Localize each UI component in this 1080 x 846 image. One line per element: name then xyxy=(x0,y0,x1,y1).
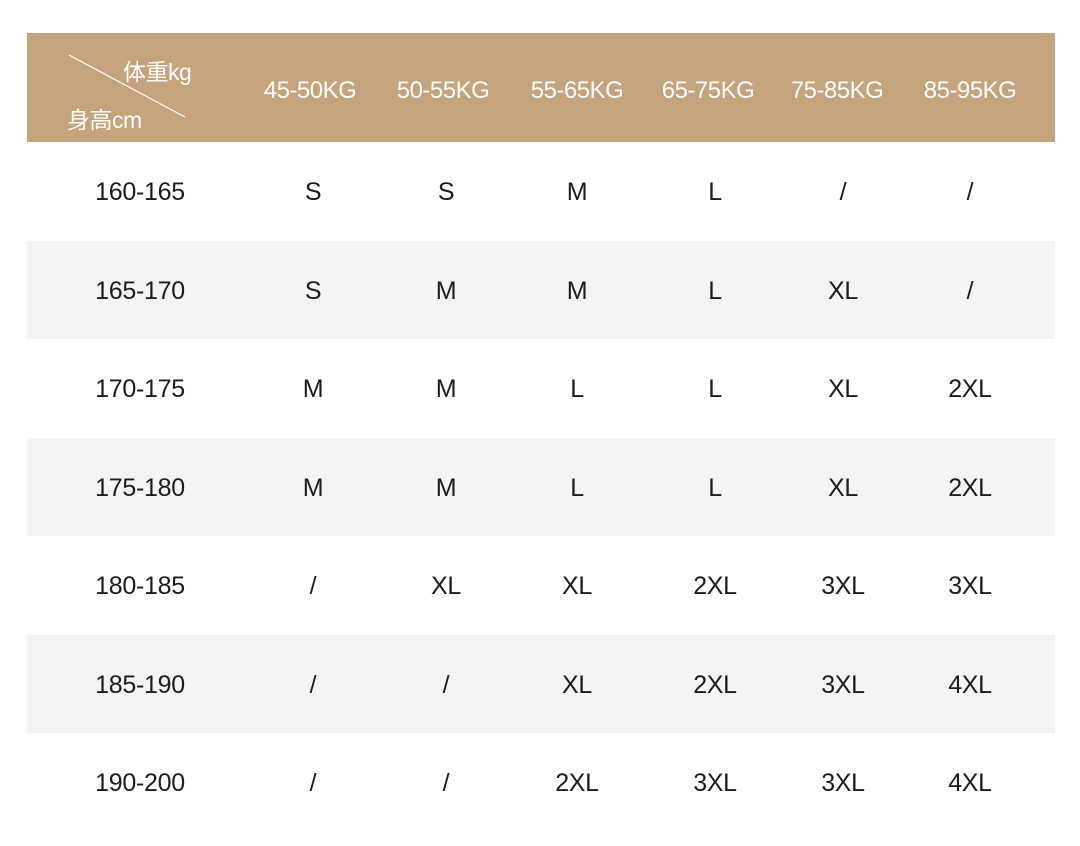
weight-axis-label: 体重kg xyxy=(123,59,192,85)
column-header: 50-55KG xyxy=(396,77,490,104)
size-cell: 4XL xyxy=(948,769,992,797)
size-cell: 2XL xyxy=(693,670,737,699)
size-cell: 3XL xyxy=(693,769,737,797)
size-cell: 2XL xyxy=(693,572,737,600)
size-cell: M xyxy=(435,375,457,403)
table-row: 160-165 S S M L / / xyxy=(27,142,1055,241)
size-cell: L xyxy=(708,473,722,502)
size-cell: / xyxy=(966,178,974,206)
size-cell: / xyxy=(839,178,847,206)
size-cell: / xyxy=(442,670,450,699)
size-chart-page: 体重kg 身高cm 45-50KG 50-55KG 55-65KG 65-75K… xyxy=(0,0,1080,846)
size-cell: S xyxy=(304,276,322,305)
size-cell: 3XL xyxy=(948,572,992,600)
height-range-cell: 170-175 xyxy=(95,375,185,403)
column-header: 55-65KG xyxy=(530,77,624,104)
height-range-cell: 180-185 xyxy=(95,572,185,600)
size-cell: 2XL xyxy=(948,473,992,502)
height-range-cell: 160-165 xyxy=(95,178,185,206)
height-axis-label: 身高cm xyxy=(67,107,142,133)
size-cell: XL xyxy=(828,473,858,502)
size-cell: 3XL xyxy=(821,769,865,797)
size-cell: / xyxy=(309,769,317,797)
height-range-cell: 175-180 xyxy=(95,473,185,502)
size-chart-table: 体重kg 身高cm 45-50KG 50-55KG 55-65KG 65-75K… xyxy=(27,33,1055,832)
table-row: 180-185 / XL XL 2XL 3XL 3XL xyxy=(27,536,1055,635)
height-range-cell: 190-200 xyxy=(95,769,185,797)
size-cell: 2XL xyxy=(555,769,599,797)
table-header-row: 体重kg 身高cm 45-50KG 50-55KG 55-65KG 65-75K… xyxy=(27,33,1055,142)
size-cell: 2XL xyxy=(948,375,992,403)
size-cell: L xyxy=(570,473,584,502)
column-header: 65-75KG xyxy=(661,77,755,104)
size-cell: L xyxy=(708,276,722,305)
column-header: 85-95KG xyxy=(923,77,1017,104)
size-cell: M xyxy=(302,375,324,403)
size-cell: M xyxy=(435,276,457,305)
table-row: 165-170 S M M L XL / xyxy=(27,240,1055,339)
size-cell: M xyxy=(435,473,457,502)
size-cell: M xyxy=(566,178,588,206)
size-cell: / xyxy=(309,572,317,600)
size-cell: / xyxy=(309,670,317,699)
size-cell: 3XL xyxy=(821,572,865,600)
size-cell: XL xyxy=(562,670,592,699)
size-cell: S xyxy=(437,178,455,206)
column-header: 45-50KG xyxy=(263,77,357,104)
table-row: 185-190 / / XL 2XL 3XL 4XL xyxy=(27,634,1055,733)
size-cell: XL xyxy=(562,572,592,600)
size-cell: L xyxy=(708,178,722,206)
size-cell: 4XL xyxy=(948,670,992,699)
table-row: 190-200 / / 2XL 3XL 3XL 4XL xyxy=(27,733,1055,832)
size-cell: / xyxy=(442,769,450,797)
size-cell: L xyxy=(708,375,722,403)
size-cell: XL xyxy=(828,375,858,403)
size-cell: L xyxy=(570,375,584,403)
size-cell: S xyxy=(304,178,322,206)
size-cell: XL xyxy=(431,572,461,600)
size-cell: M xyxy=(302,473,324,502)
height-range-cell: 185-190 xyxy=(95,670,185,699)
height-range-cell: 165-170 xyxy=(95,276,185,305)
table-row: 170-175 M M L L XL 2XL xyxy=(27,339,1055,438)
size-cell: 3XL xyxy=(821,670,865,699)
corner-header-cell: 体重kg 身高cm xyxy=(27,33,192,142)
column-header: 75-85KG xyxy=(790,77,884,104)
table-row: 175-180 M M L L XL 2XL xyxy=(27,437,1055,536)
size-cell: / xyxy=(966,276,974,305)
size-cell: XL xyxy=(828,276,858,305)
size-cell: M xyxy=(566,276,588,305)
